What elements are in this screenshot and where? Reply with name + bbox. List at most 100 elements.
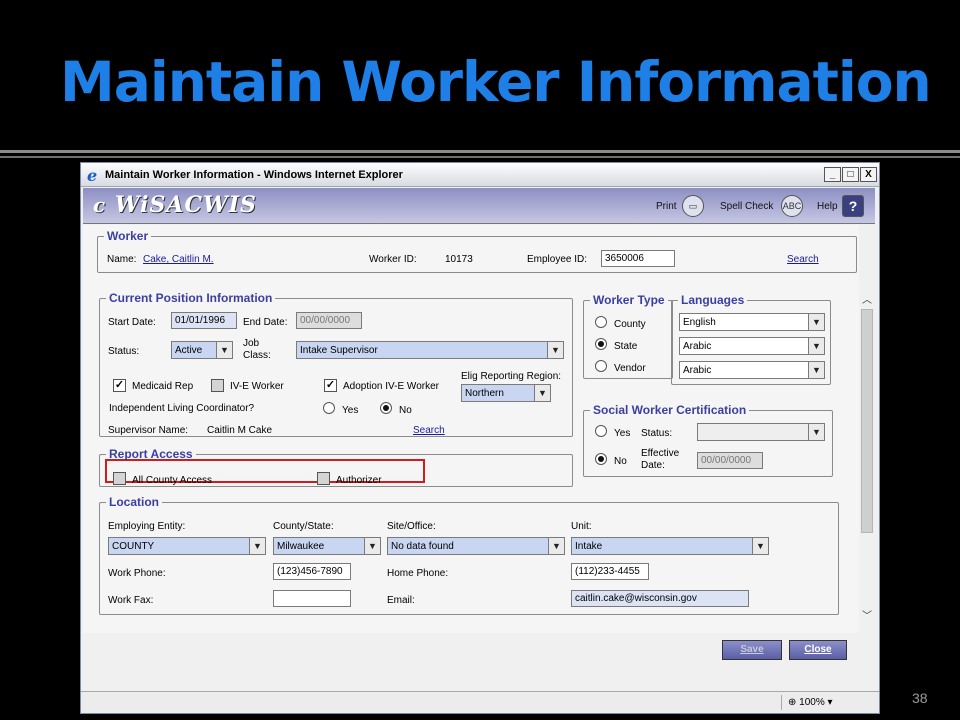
chevron-down-icon: ▼ bbox=[364, 538, 380, 554]
work-fax-label: Work Fax: bbox=[108, 595, 154, 606]
county-state-select[interactable]: Milwaukee ▼ bbox=[273, 537, 381, 555]
unit-label: Unit: bbox=[571, 521, 592, 532]
status-label: Status: bbox=[108, 346, 140, 357]
employee-id-field[interactable]: 3650006 bbox=[601, 250, 675, 267]
worker-section: Worker bbox=[97, 229, 857, 273]
window-title: Maintain Worker Information - Windows In… bbox=[105, 169, 403, 181]
social-cert-legend: Social Worker Certification bbox=[593, 403, 747, 417]
employee-id-label: Employee ID: bbox=[527, 254, 588, 265]
worker-id-label: Worker ID: bbox=[369, 254, 417, 265]
help-icon[interactable]: ? bbox=[842, 195, 864, 217]
slide-title: Maintain Worker Information bbox=[60, 50, 932, 114]
printer-icon[interactable]: ▭ bbox=[682, 195, 704, 217]
work-fax-field[interactable] bbox=[273, 590, 351, 607]
slide: Maintain Worker Information e Maintain W… bbox=[0, 0, 960, 720]
ilc-label: Independent Living Coordinator? bbox=[109, 403, 255, 414]
authorizer-label: Authorizer bbox=[336, 475, 382, 486]
close-button[interactable]: Close bbox=[789, 640, 847, 660]
end-date-label: End Date: bbox=[243, 317, 288, 328]
title-divider bbox=[0, 150, 960, 153]
help-link[interactable]: Help bbox=[817, 201, 838, 212]
chevron-down-icon: ▼ bbox=[249, 538, 265, 554]
save-button[interactable]: Save bbox=[722, 640, 782, 660]
social-cert-yes-label: Yes bbox=[614, 428, 631, 439]
scroll-down-icon[interactable]: ﹀ bbox=[861, 611, 873, 623]
close-window-button[interactable]: X bbox=[860, 167, 877, 182]
scrollbar[interactable]: ︿ ﹀ bbox=[859, 295, 875, 625]
language-select-3[interactable]: Arabic ▼ bbox=[679, 361, 825, 379]
ie-icon: e bbox=[87, 166, 98, 185]
worker-type-vendor-label: Vendor bbox=[614, 363, 646, 374]
site-office-value: No data found bbox=[391, 541, 454, 552]
ilc-no-radio[interactable] bbox=[380, 402, 392, 414]
worker-type-county-radio[interactable] bbox=[595, 316, 607, 328]
medicaid-rep-checkbox[interactable]: ✓ bbox=[113, 379, 126, 392]
spell-check-link[interactable]: Spell Check bbox=[720, 201, 773, 212]
adoption-ive-checkbox[interactable]: ✓ bbox=[324, 379, 337, 392]
end-date-field: 00/00/0000 bbox=[296, 312, 362, 329]
chevron-down-icon: ▼ bbox=[808, 424, 824, 440]
email-field[interactable]: caitlin.cake@wisconsin.gov bbox=[571, 590, 749, 607]
page-number: 38 bbox=[912, 690, 928, 706]
language-select-2[interactable]: Arabic ▼ bbox=[679, 337, 825, 355]
elig-region-label: Elig Reporting Region: bbox=[461, 371, 562, 382]
worker-search-link[interactable]: Search bbox=[787, 254, 819, 265]
name-label: Name: bbox=[107, 254, 137, 265]
unit-select[interactable]: Intake ▼ bbox=[571, 537, 769, 555]
chevron-down-icon: ▼ bbox=[808, 314, 824, 330]
language-select-1[interactable]: English ▼ bbox=[679, 313, 825, 331]
zoom-level[interactable]: ⊕ 100% ▾ bbox=[781, 695, 861, 710]
county-state-value: Milwaukee bbox=[277, 541, 325, 552]
social-cert-yes-radio[interactable] bbox=[595, 425, 607, 437]
start-date-label: Start Date: bbox=[108, 317, 156, 328]
worker-type-vendor-radio[interactable] bbox=[595, 360, 607, 372]
home-phone-label: Home Phone: bbox=[387, 568, 449, 579]
worker-name-link[interactable]: Cake, Caitlin M. bbox=[143, 254, 214, 265]
worker-type-state-radio[interactable] bbox=[595, 338, 607, 350]
status-value: Active bbox=[175, 345, 203, 356]
ive-worker-checkbox[interactable] bbox=[211, 379, 224, 392]
spell-check-icon[interactable]: ABC bbox=[781, 195, 803, 217]
social-cert-no-radio[interactable] bbox=[595, 453, 607, 465]
status-select[interactable]: Active ▼ bbox=[171, 341, 233, 359]
ilc-yes-label: Yes bbox=[342, 405, 359, 416]
minimize-button[interactable]: _ bbox=[824, 167, 841, 182]
worker-legend: Worker bbox=[107, 229, 149, 243]
chevron-down-icon: ▼ bbox=[216, 342, 232, 358]
employing-entity-label: Employing Entity: bbox=[108, 521, 186, 532]
position-legend: Current Position Information bbox=[109, 291, 273, 305]
social-cert-no-label: No bbox=[614, 456, 627, 467]
email-label: Email: bbox=[387, 595, 415, 606]
scroll-thumb[interactable] bbox=[861, 309, 873, 533]
maximize-button[interactable]: □ bbox=[842, 167, 859, 182]
all-county-access-checkbox[interactable] bbox=[113, 472, 126, 485]
employing-entity-select[interactable]: COUNTY ▼ bbox=[108, 537, 266, 555]
supervisor-label: Supervisor Name: bbox=[108, 425, 189, 436]
job-class-label: Job Class: bbox=[243, 338, 271, 361]
elig-region-select[interactable]: Northern ▼ bbox=[461, 384, 551, 402]
app-logo: c WiSACWIS bbox=[93, 192, 257, 218]
chevron-down-icon: ▼ bbox=[808, 338, 824, 354]
authorizer-checkbox[interactable] bbox=[317, 472, 330, 485]
worker-type-county-label: County bbox=[614, 319, 646, 330]
site-office-select[interactable]: No data found ▼ bbox=[387, 537, 565, 555]
print-link[interactable]: Print bbox=[656, 201, 677, 212]
zoom-value: 100% bbox=[799, 697, 825, 708]
cert-status-select: ▼ bbox=[697, 423, 825, 441]
supervisor-search-link[interactable]: Search bbox=[413, 425, 445, 436]
employing-entity-value: COUNTY bbox=[112, 541, 155, 552]
zoom-icon: ⊕ bbox=[788, 697, 800, 708]
languages-legend: Languages bbox=[681, 293, 745, 307]
chevron-down-icon: ▼ bbox=[808, 362, 824, 378]
home-phone-field[interactable]: (112)233-4455 bbox=[571, 563, 649, 580]
start-date-field[interactable]: 01/01/1996 bbox=[171, 312, 237, 329]
worker-type-state-label: State bbox=[614, 341, 638, 352]
work-phone-field[interactable]: (123)456-7890 bbox=[273, 563, 351, 580]
ilc-yes-radio[interactable] bbox=[323, 402, 335, 414]
elig-region-value: Northern bbox=[465, 388, 504, 399]
chevron-down-icon: ▼ bbox=[534, 385, 550, 401]
job-class-select[interactable]: Intake Supervisor ▼ bbox=[296, 341, 564, 359]
location-legend: Location bbox=[109, 495, 159, 509]
scroll-up-icon[interactable]: ︿ bbox=[861, 295, 873, 307]
supervisor-value: Caitlin M Cake bbox=[207, 425, 273, 436]
